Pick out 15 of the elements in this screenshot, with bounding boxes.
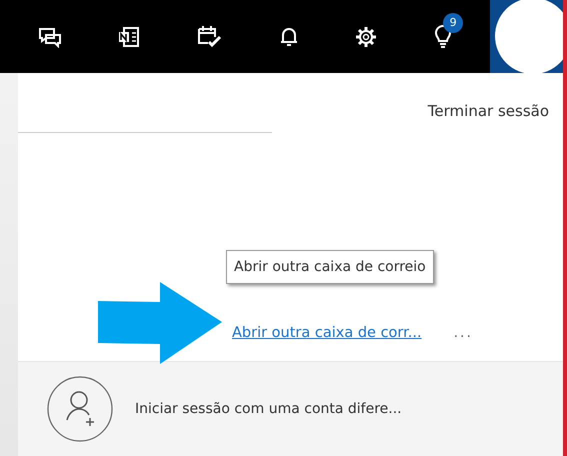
- pointer-arrow-icon: [98, 282, 222, 364]
- sign-in-other-account-link[interactable]: Iniciar sessão com uma conta difere...: [135, 401, 402, 417]
- notebook-icon[interactable]: [117, 26, 142, 48]
- notification-badge: 9: [443, 12, 464, 32]
- lightbulb-icon[interactable]: [434, 24, 452, 48]
- open-mailbox-link[interactable]: Abrir outra caixa de corr...: [232, 325, 422, 341]
- tooltip: Abrir outra caixa de correio: [226, 250, 434, 284]
- add-person-icon[interactable]: [47, 376, 113, 442]
- settings-icon[interactable]: [354, 24, 378, 48]
- sign-out-link[interactable]: Terminar sessão: [428, 102, 549, 120]
- calendar-check-icon[interactable]: [197, 24, 224, 48]
- more-options-button[interactable]: ...: [454, 325, 473, 341]
- chat-icon[interactable]: [38, 26, 62, 48]
- bell-icon[interactable]: [278, 26, 299, 48]
- account-button[interactable]: [490, 0, 563, 73]
